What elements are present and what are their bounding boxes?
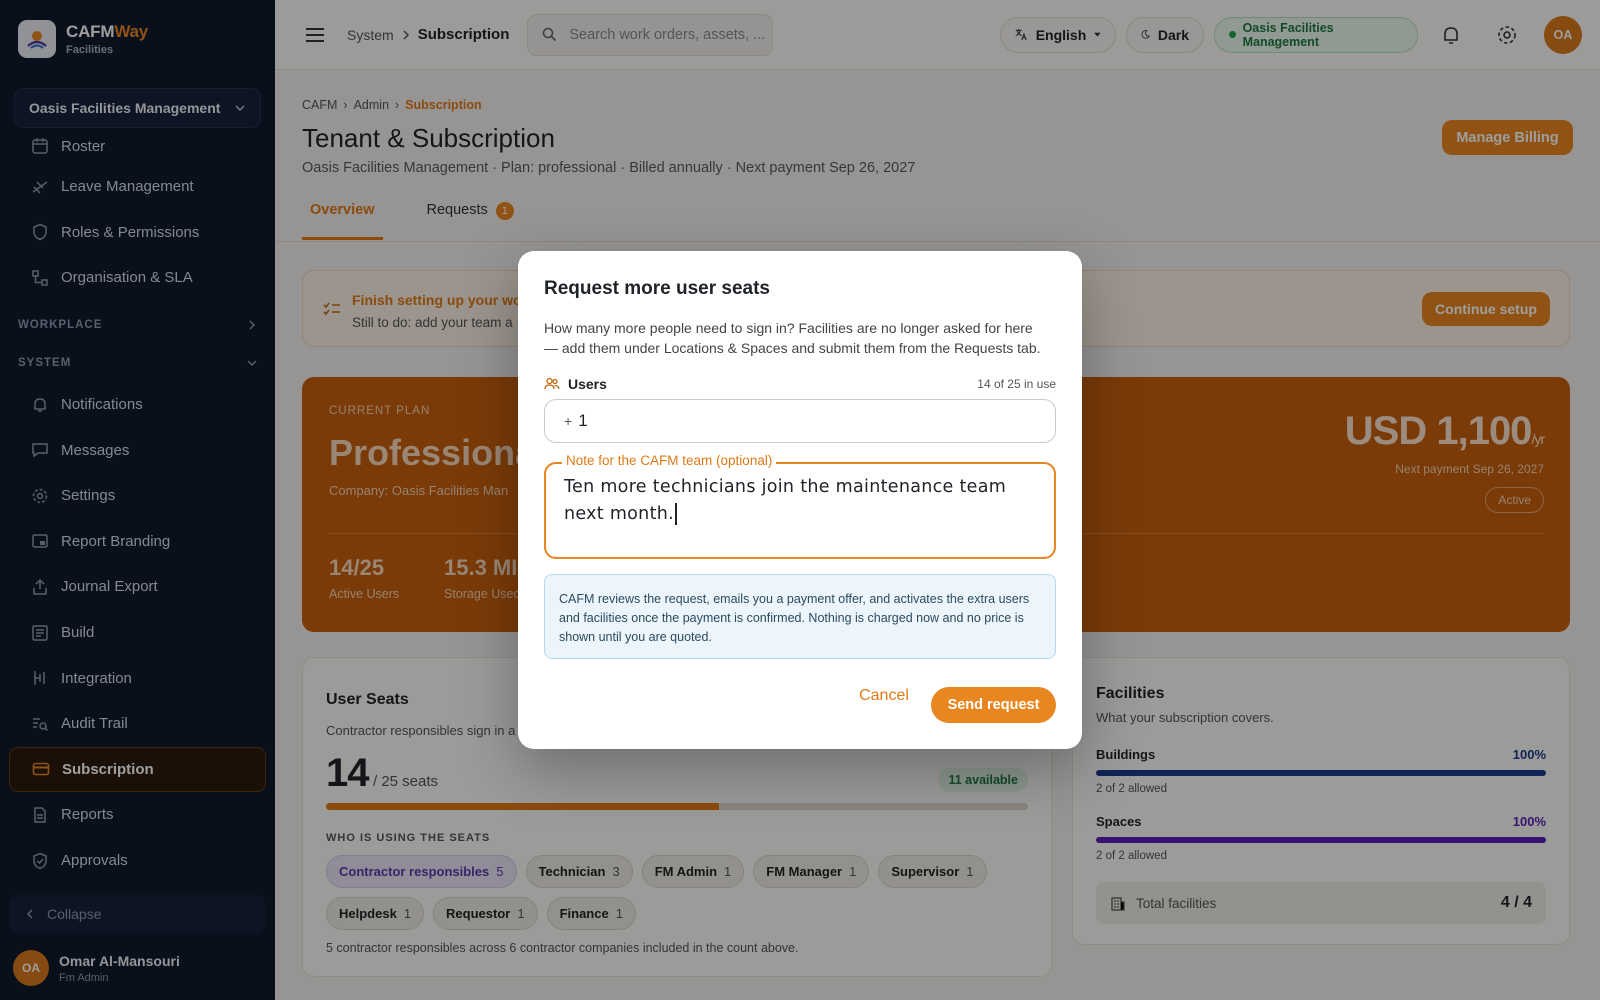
note-label: Note for the CAFM team (optional) <box>562 453 777 468</box>
cancel-button[interactable]: Cancel <box>848 678 920 714</box>
dialog-description: How many more people need to sign in? Fa… <box>544 320 1041 356</box>
plus-prefix: + <box>564 413 573 429</box>
users-field-label: Users <box>544 376 607 392</box>
users-count-input[interactable]: + 1 <box>544 399 1056 443</box>
users-count-value: 1 <box>578 411 588 430</box>
request-seats-dialog: Request more user seats How many more pe… <box>518 251 1082 749</box>
text-caret <box>675 503 677 525</box>
send-request-button[interactable]: Send request <box>931 687 1056 723</box>
users-icon <box>544 377 560 390</box>
users-label: Users <box>568 376 607 392</box>
info-box: CAFM reviews the request, emails you a p… <box>544 574 1056 659</box>
dialog-title: Request more user seats <box>544 278 770 299</box>
note-textarea[interactable]: Ten more technicians join the maintenanc… <box>544 462 1056 559</box>
users-in-use: 14 of 25 in use <box>977 377 1056 391</box>
note-value: Ten more technicians join the maintenanc… <box>564 477 1007 524</box>
